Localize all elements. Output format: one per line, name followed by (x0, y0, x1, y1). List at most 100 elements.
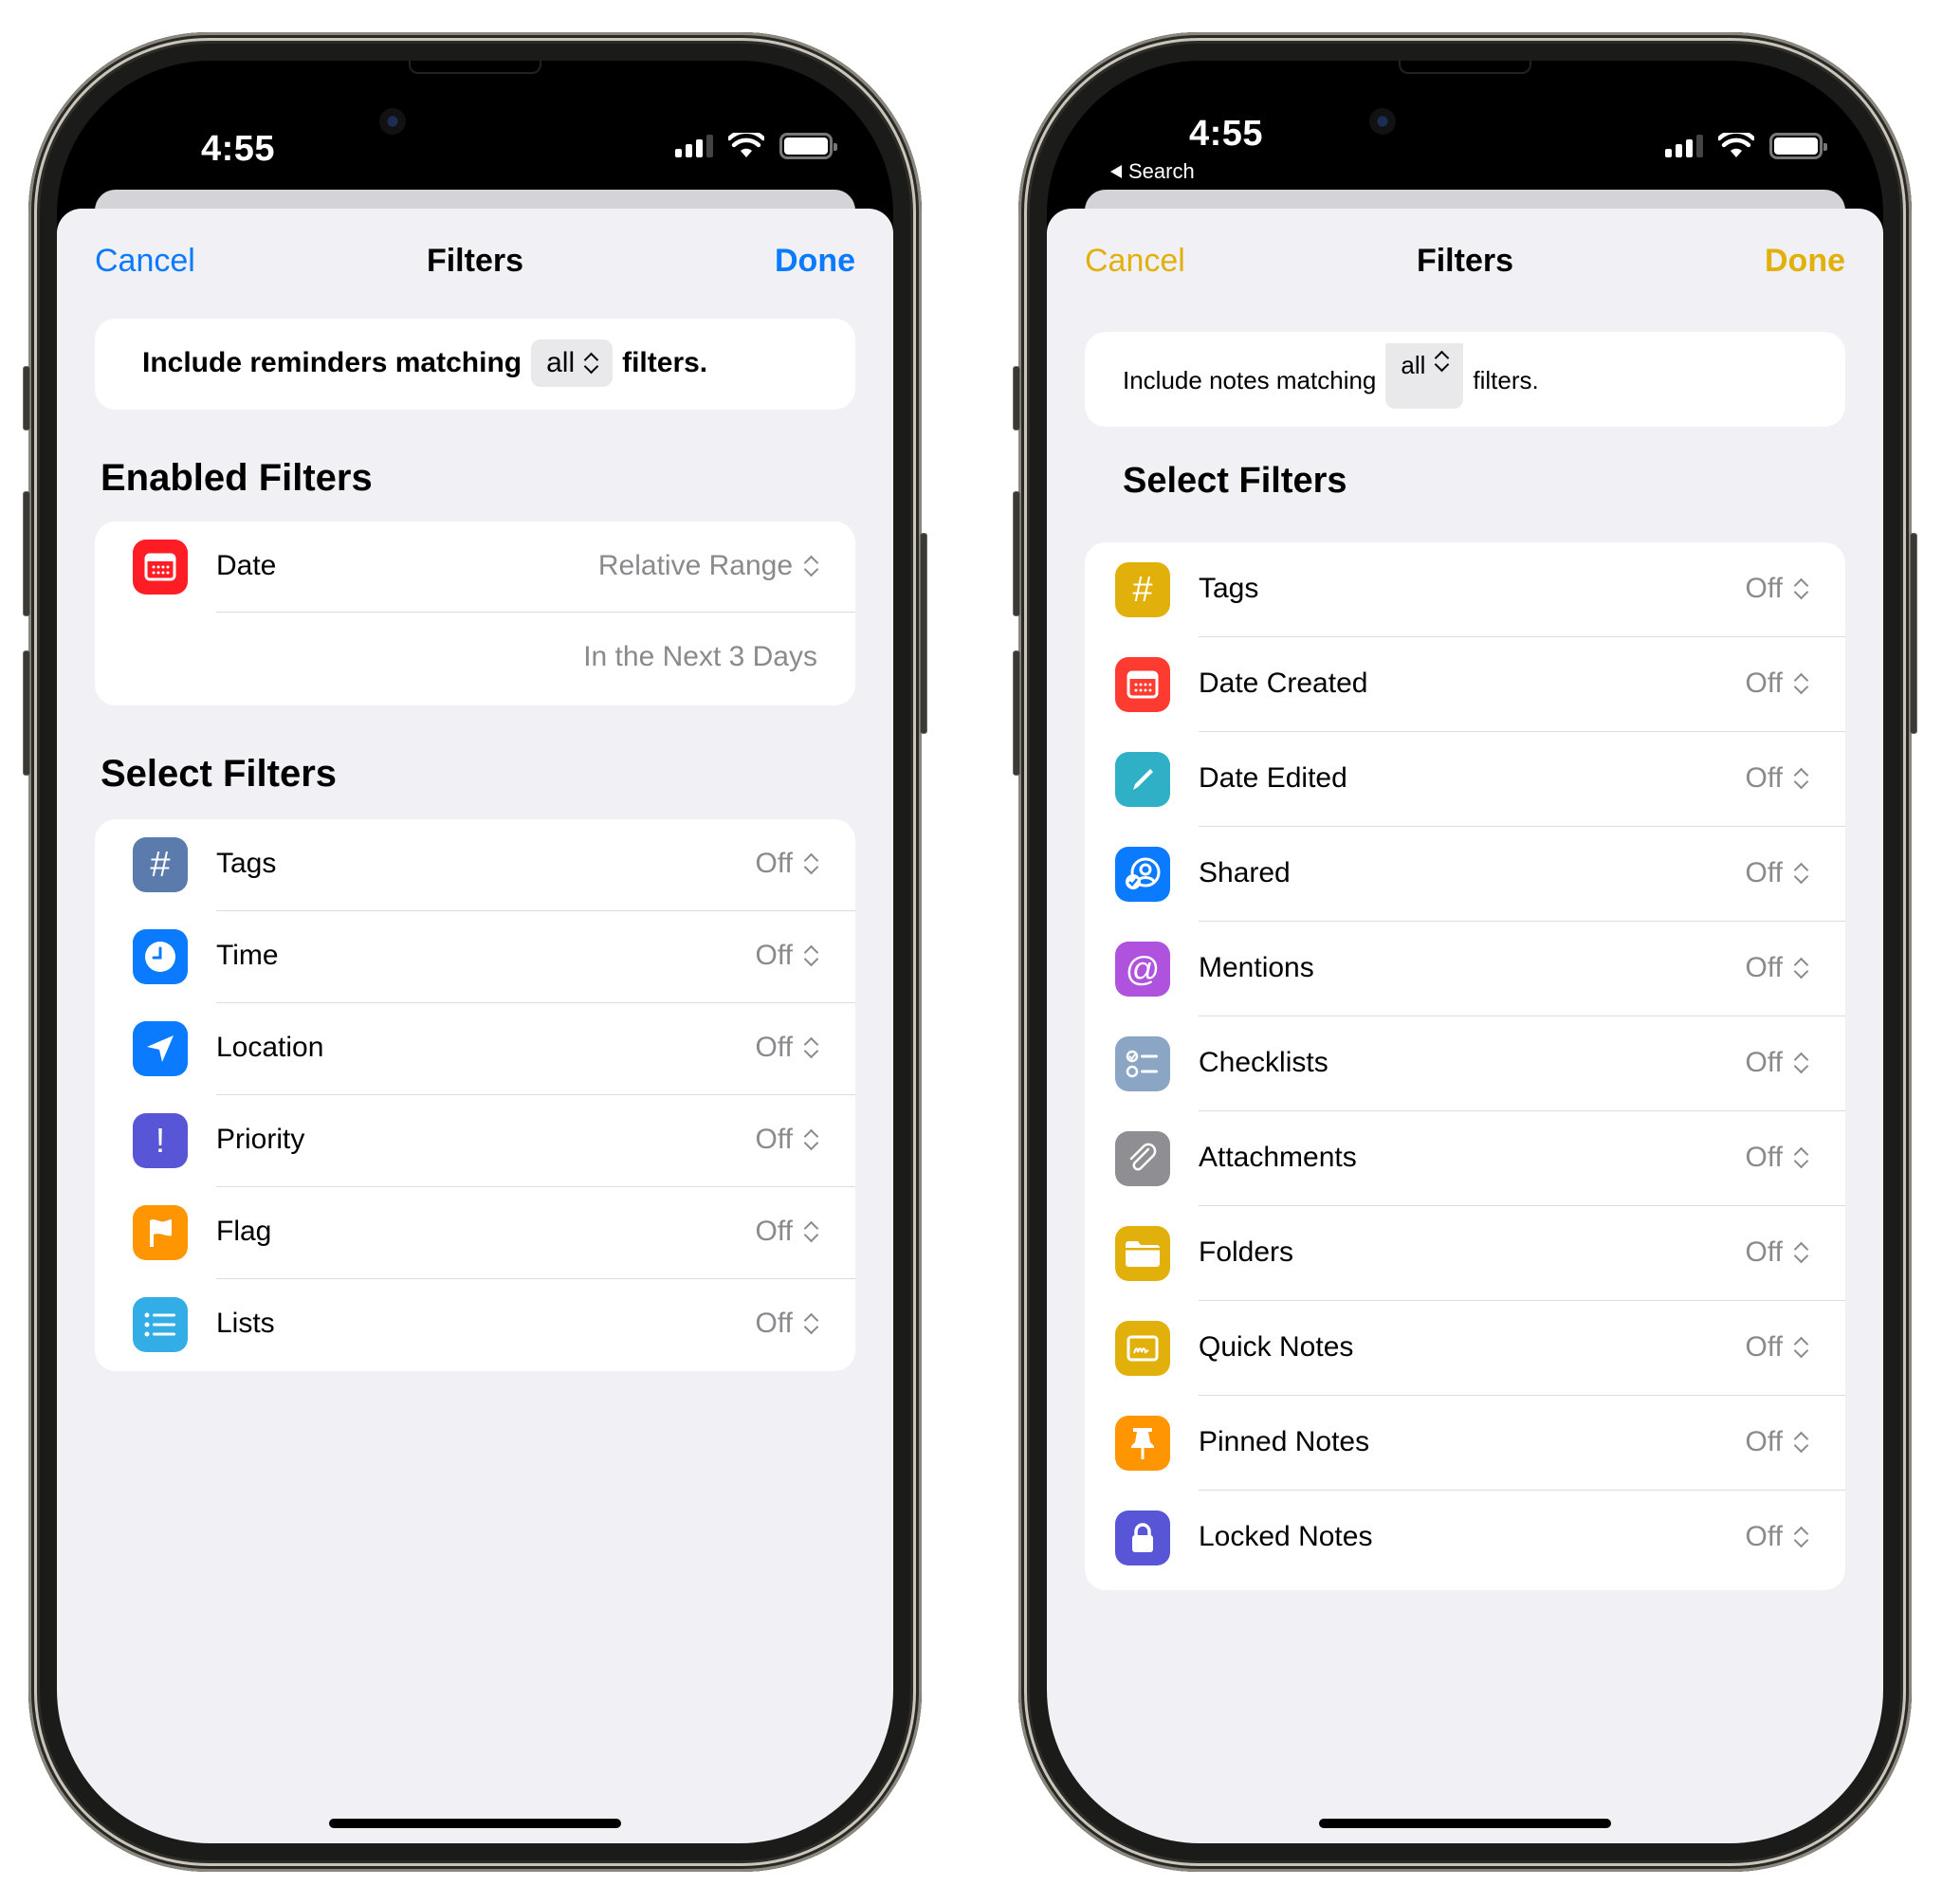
filter-value-picker[interactable]: Off (756, 1308, 817, 1340)
select-filters-card: # Tags Off Date Created Off Date Edited … (1085, 542, 1845, 1590)
cellular-signal-icon (675, 135, 713, 157)
match-mode-picker[interactable]: all (531, 339, 614, 387)
filter-value-picker[interactable]: Off (756, 940, 817, 972)
filter-value-picker[interactable]: Off (756, 1032, 817, 1064)
match-prefix: Include notes matching (1123, 366, 1377, 394)
filter-label: Pinned Notes (1199, 1426, 1370, 1457)
battery-icon (1769, 133, 1827, 159)
filters-sheet: Cancel Filters Done Include notes matchi… (1047, 209, 1883, 1843)
back-label: Search (1128, 159, 1195, 183)
nav-bar: Cancel Filters Done (57, 209, 893, 313)
cancel-button[interactable]: Cancel (95, 243, 195, 280)
filter-value-picker[interactable]: Off (1746, 1236, 1807, 1269)
filter-value: Off (1745, 668, 1783, 699)
filter-value: Off (1745, 573, 1783, 604)
cellular-signal-icon (1665, 135, 1703, 157)
filter-value-picker[interactable]: Off (1746, 857, 1807, 889)
enabled-filters-title: Enabled Filters (101, 457, 373, 499)
match-suffix: filters. (1473, 366, 1539, 394)
chevron-up-down-icon (1794, 673, 1807, 694)
match-mode-picker[interactable]: all (1385, 343, 1464, 409)
home-indicator[interactable] (1319, 1819, 1611, 1828)
chevron-up-down-icon (1794, 1053, 1807, 1073)
hashtag-icon: # (133, 837, 188, 892)
chevron-up-down-icon (804, 1129, 817, 1150)
chevron-up-down-icon (1794, 1147, 1807, 1168)
filter-row-checklists[interactable]: Checklists Off (1085, 1016, 1845, 1111)
location-arrow-icon (133, 1021, 188, 1076)
filter-value-picker[interactable]: Off (756, 1124, 817, 1156)
match-mode-value: all (1401, 351, 1426, 379)
filter-row-quick-notes[interactable]: Quick Notes Off (1085, 1301, 1845, 1396)
filter-row-date-edited[interactable]: Date Edited Off (1085, 732, 1845, 827)
earpiece (1399, 61, 1531, 74)
filter-value: Off (1745, 1142, 1783, 1173)
back-triangle-icon (1110, 165, 1122, 178)
filter-value-picker[interactable]: Off (1746, 573, 1807, 605)
filter-row-attachments[interactable]: Attachments Off (1085, 1111, 1845, 1206)
calendar-icon (1115, 657, 1170, 712)
filter-value-picker[interactable]: Off (1746, 1331, 1807, 1364)
folder-icon (1115, 1226, 1170, 1281)
filter-row-folders[interactable]: Folders Off (1085, 1206, 1845, 1301)
filter-value-picker[interactable]: Off (1746, 1047, 1807, 1079)
match-card: Include notes matching all filters. (1085, 332, 1845, 427)
filter-value-picker[interactable]: Off (756, 1216, 817, 1248)
done-button[interactable]: Done (775, 243, 855, 280)
filter-row-tags[interactable]: # Tags Off (1085, 542, 1845, 637)
filter-row-date-range[interactable]: In the Next 3 Days (95, 613, 855, 704)
status-icons (1665, 133, 1827, 159)
filter-value-picker[interactable]: Off (756, 848, 817, 880)
filter-row-lists[interactable]: Lists Off (95, 1279, 855, 1371)
filter-row-priority[interactable]: ! Priority Off (95, 1095, 855, 1187)
volume-down-button (23, 650, 30, 776)
select-filters-title: Select Filters (1123, 461, 1347, 501)
cancel-button[interactable]: Cancel (1085, 243, 1185, 280)
chevron-up-down-icon (1794, 1527, 1807, 1547)
filter-value-picker[interactable]: Off (1746, 952, 1807, 984)
hashtag-icon: # (1115, 562, 1170, 617)
chevron-up-down-icon (804, 945, 817, 966)
filter-value-picker[interactable]: Relative Range (598, 550, 817, 582)
filter-row-location[interactable]: Location Off (95, 1003, 855, 1095)
filter-value-picker[interactable]: Off (1746, 1142, 1807, 1174)
filter-row-date[interactable]: Date Relative Range (95, 522, 855, 613)
filter-row-time[interactable]: Time Off (95, 911, 855, 1003)
filter-value-picker[interactable]: Off (1746, 668, 1807, 700)
status-icons (675, 133, 837, 159)
filter-row-pinned-notes[interactable]: Pinned Notes Off (1085, 1396, 1845, 1491)
filter-label: Quick Notes (1199, 1331, 1354, 1363)
filter-value-picker[interactable]: Off (1746, 1521, 1807, 1553)
filter-row-locked-notes[interactable]: Locked Notes Off (1085, 1491, 1845, 1585)
filter-row-tags[interactable]: # Tags Off (95, 819, 855, 911)
chevron-up-down-icon (804, 1221, 817, 1242)
filter-label: Date Created (1199, 668, 1368, 699)
filter-value: Off (1745, 857, 1783, 888)
filter-row-flag[interactable]: Flag Off (95, 1187, 855, 1279)
filter-label: Location (216, 1032, 324, 1063)
filter-value: Off (755, 1124, 793, 1155)
filter-value: Off (755, 1216, 793, 1247)
filter-row-mentions[interactable]: @ Mentions Off (1085, 922, 1845, 1016)
filter-label: Shared (1199, 857, 1291, 888)
power-button (920, 533, 927, 734)
at-sign-icon: @ (1115, 942, 1170, 997)
match-prefix: Include reminders matching (142, 347, 522, 378)
lock-icon (1115, 1510, 1170, 1565)
filter-row-date-created[interactable]: Date Created Off (1085, 637, 1845, 732)
home-indicator[interactable] (329, 1819, 621, 1828)
volume-up-button (1013, 491, 1020, 616)
filter-label: Lists (216, 1308, 275, 1339)
screen: 4:55 Cancel Filters Done Include reminde… (57, 61, 893, 1843)
filter-value-picker[interactable]: Off (1746, 1426, 1807, 1458)
match-sentence: Include notes matching all filters. (1123, 343, 1539, 409)
chevron-up-down-icon (1794, 958, 1807, 979)
filter-value-picker[interactable]: Off (1746, 762, 1807, 795)
filter-row-shared[interactable]: Shared Off (1085, 827, 1845, 922)
volume-down-button (1013, 650, 1020, 776)
select-filters-title: Select Filters (101, 753, 338, 795)
back-to-search-button[interactable]: Search (1109, 159, 1195, 184)
filter-sub-value[interactable]: In the Next 3 Days (583, 641, 817, 673)
done-button[interactable]: Done (1765, 243, 1845, 280)
nav-bar: Cancel Filters Done (1047, 209, 1883, 313)
